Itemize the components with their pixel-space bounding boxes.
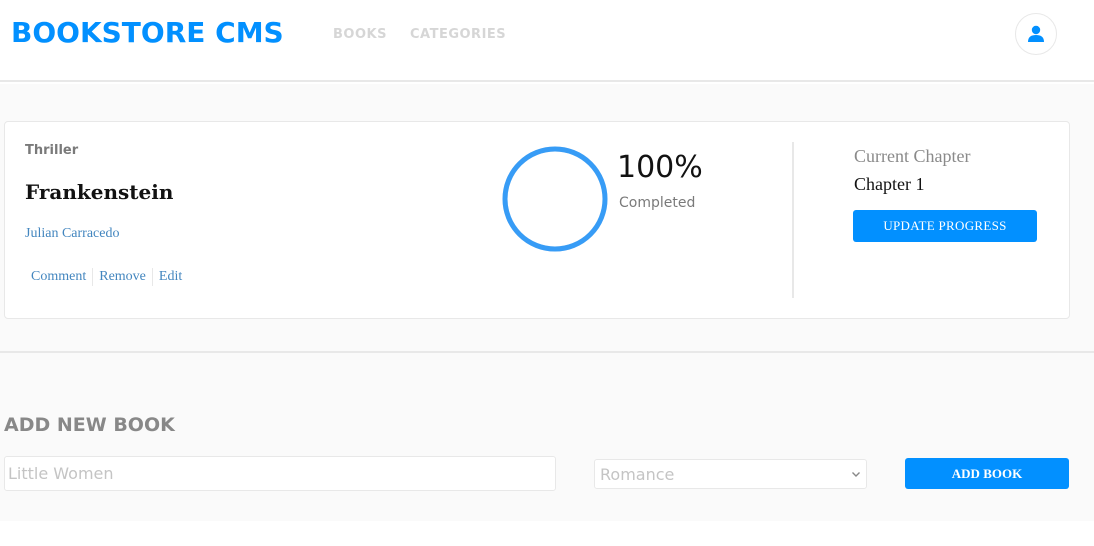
current-chapter-label: Current Chapter (854, 146, 971, 166)
add-book-button[interactable]: ADD BOOK (905, 458, 1069, 489)
nav-link-books[interactable]: BOOKS (333, 27, 387, 42)
remove-button[interactable]: Remove (93, 268, 152, 286)
book-title-input[interactable] (4, 456, 556, 491)
category-select[interactable]: Romance (594, 459, 867, 489)
update-progress-button[interactable]: UPDATE PROGRESS (853, 210, 1037, 242)
book-actions: Comment Remove Edit (25, 268, 188, 286)
progress-label: Completed (619, 195, 696, 211)
current-chapter-value: Chapter 1 (854, 174, 925, 194)
card-divider (792, 142, 794, 298)
section-divider (0, 351, 1094, 353)
app-logo[interactable]: BOOKSTORE CMS (11, 16, 284, 49)
user-icon (1028, 25, 1044, 42)
progress-ring-fill (502, 146, 608, 252)
book-genre: Thriller (25, 143, 79, 158)
main-content: Thriller Frankenstein Julian Carracedo C… (0, 84, 1094, 521)
progress-ring (502, 146, 608, 252)
book-author: Julian Carracedo (25, 226, 120, 241)
user-avatar-button[interactable] (1015, 13, 1057, 55)
chevron-down-icon (852, 472, 860, 477)
nav-link-categories[interactable]: CATEGORIES (410, 27, 506, 42)
category-select-value: Romance (600, 464, 675, 484)
book-title: Frankenstein (25, 180, 174, 204)
progress-percent: 100% (617, 150, 703, 185)
comment-button[interactable]: Comment (25, 268, 92, 286)
add-book-heading: ADD NEW BOOK (4, 414, 175, 436)
edit-button[interactable]: Edit (153, 268, 188, 286)
book-card: Thriller Frankenstein Julian Carracedo C… (4, 121, 1070, 319)
top-navbar: BOOKSTORE CMS BOOKS CATEGORIES (0, 0, 1094, 82)
